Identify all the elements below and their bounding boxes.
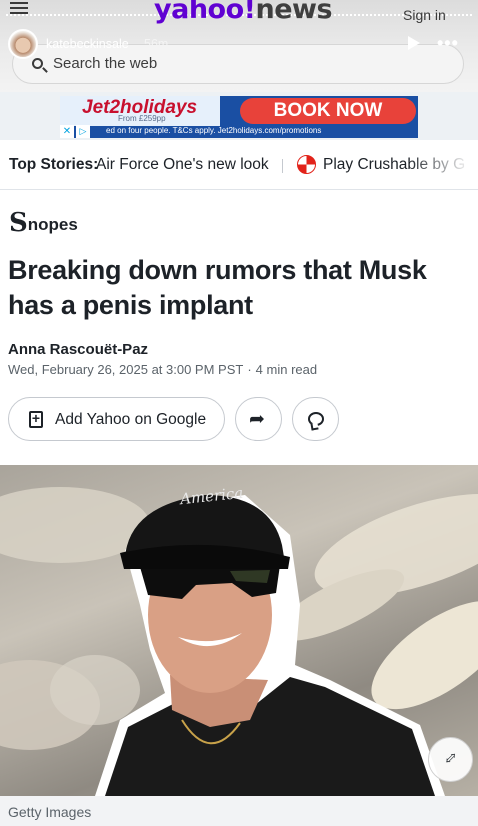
more-horizontal-icon[interactable]: •••: [437, 33, 459, 54]
ad-close-icon[interactable]: ✕: [60, 125, 74, 138]
hero-image[interactable]: America: [0, 465, 478, 796]
add-yahoo-on-google-button[interactable]: Add Yahoo on Google: [8, 397, 225, 441]
article-date: Wed, February 26, 2025 at 3:00 PM PST: [8, 362, 244, 377]
hero-photo: [0, 487, 478, 796]
ad-logo-panel: Jet2holidays From £259pp: [60, 96, 220, 126]
top-stories-ticker: Top Stories: Air Force One's new look Pl…: [0, 140, 478, 190]
article-author[interactable]: Anna Rascouët-Paz: [8, 341, 148, 358]
share-arrow-icon: ➦: [249, 409, 265, 430]
ad-banner[interactable]: Jet2holidays From £259pp BOOK NOW ed on …: [60, 96, 418, 138]
adchoices-icon[interactable]: ▷: [76, 125, 90, 138]
yahoo-news-logo[interactable]: yahoo!news: [154, 0, 333, 25]
top-story-link[interactable]: Air Force One's new look: [96, 156, 269, 174]
add-yahoo-on-google-label: Add Yahoo on Google: [55, 411, 207, 428]
image-caption: Getty Images: [0, 796, 478, 826]
top-stories-label: Top Stories:: [9, 156, 99, 173]
share-button[interactable]: ➦: [235, 397, 282, 441]
ad-slot: Jet2holidays From £259pp BOOK NOW ed on …: [0, 92, 478, 140]
comment-bubble-icon: [308, 412, 324, 426]
add-bookmark-icon: [29, 410, 43, 428]
article-title: Breaking down rumors that Musk has a pen…: [8, 255, 427, 320]
ad-book-now-button[interactable]: BOOK NOW: [240, 98, 416, 124]
ad-price: From £259pp: [118, 114, 166, 123]
meta-separator: ·: [247, 362, 252, 377]
snopes-source-logo[interactable]: Snopes: [9, 208, 78, 238]
read-time: 4 min read: [255, 362, 318, 377]
snopes-logo-word: nopes: [27, 215, 78, 234]
ticker-fade: [408, 140, 478, 189]
hamburger-menu-icon[interactable]: [10, 2, 28, 16]
search-icon: [32, 58, 43, 69]
ticker-divider: [282, 159, 283, 173]
crushable-game-icon[interactable]: [297, 155, 316, 174]
expand-image-button[interactable]: ⇔: [428, 737, 473, 782]
app-header: yahoo!news Sign in Search the web katebe…: [0, 0, 478, 92]
play-icon[interactable]: [408, 36, 420, 50]
photo-credit: Getty Images: [8, 804, 92, 820]
story-username[interactable]: katebeckinsale: [46, 37, 129, 51]
comment-button[interactable]: [292, 397, 339, 441]
story-time: 56m: [144, 37, 169, 51]
article-meta: Wed, February 26, 2025 at 3:00 PM PST · 4 …: [8, 362, 317, 377]
sign-in-link[interactable]: Sign in: [403, 7, 446, 23]
search-placeholder: Search the web: [53, 55, 158, 72]
logo-section: news: [255, 0, 333, 25]
logo-brand: yahoo!: [154, 0, 256, 25]
ad-terms: ed on four people. T&Cs apply. Jet2holid…: [106, 126, 322, 135]
story-avatar[interactable]: [8, 29, 38, 59]
snopes-logo-glyph: S: [9, 208, 28, 238]
expand-icon: ⇔: [434, 742, 465, 772]
